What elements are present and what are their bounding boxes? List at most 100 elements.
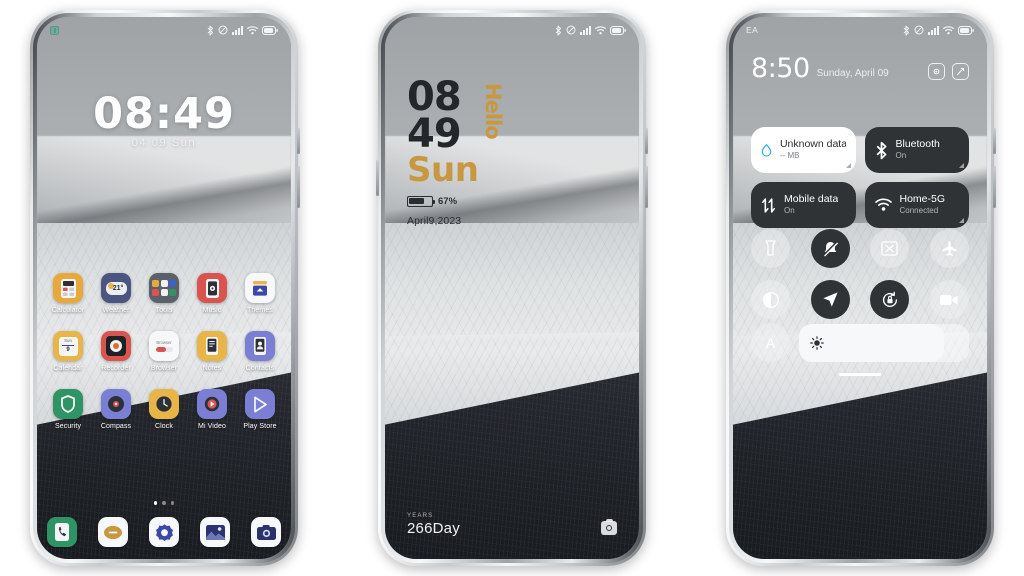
power-button[interactable] — [993, 166, 996, 208]
expand-corner-icon[interactable] — [845, 163, 851, 168]
app-label: Play Store — [243, 423, 277, 430]
rotation-lock-icon — [882, 291, 897, 307]
app-music[interactable]: Music — [191, 273, 233, 314]
compass-icon — [101, 389, 131, 419]
volume-button[interactable] — [297, 128, 300, 154]
settings-icon[interactable] — [149, 517, 179, 547]
app-calculator[interactable]: Calculator — [47, 273, 89, 314]
app-tools[interactable]: Tools — [143, 273, 185, 314]
wifi-tile[interactable]: Home-5G Connected — [864, 182, 969, 228]
status-bar — [37, 17, 291, 43]
power-button[interactable] — [645, 166, 648, 208]
bluetooth-icon — [903, 25, 909, 35]
flashlight-icon — [765, 240, 776, 256]
weather-temp: 21° — [112, 284, 124, 292]
app-label: Music — [202, 307, 222, 314]
signal-icon — [232, 25, 243, 35]
messages-icon[interactable] — [98, 517, 128, 547]
battery-icon — [610, 25, 626, 35]
page-dot[interactable] — [153, 501, 158, 505]
themes-icon — [245, 273, 275, 303]
battery-icon — [958, 25, 974, 35]
page-dot[interactable] — [170, 501, 175, 505]
app-label: Weather — [102, 307, 130, 314]
app-security[interactable]: Security — [47, 389, 89, 430]
app-themes[interactable]: Themes — [239, 273, 281, 314]
wifi-icon — [874, 198, 892, 211]
settings-gear-icon[interactable] — [928, 63, 945, 80]
quick-toggles — [751, 229, 969, 319]
toggle-row — [751, 229, 969, 268]
lockscreen-date: 04 09 Sun — [131, 137, 197, 149]
volume-button[interactable] — [645, 128, 648, 154]
expand-corner-icon[interactable] — [959, 163, 964, 168]
wifi-icon — [247, 25, 258, 34]
mute-icon — [914, 25, 924, 35]
dark-mode-toggle[interactable] — [751, 280, 790, 319]
header-date: Sunday, April 09 — [816, 68, 889, 79]
wifi-icon — [943, 25, 954, 34]
camera-icon[interactable] — [251, 517, 281, 547]
volume-button[interactable] — [993, 128, 996, 154]
gallery-icon[interactable] — [200, 517, 230, 547]
screen-record-toggle[interactable] — [929, 280, 969, 319]
silent-mode-icon — [822, 241, 838, 257]
toggle-row — [751, 280, 969, 319]
page-indicator — [37, 501, 291, 505]
cast-toggle[interactable] — [870, 229, 910, 268]
phones-showcase: 08:49 04 09 Sun Calculator 21° Weather T… — [0, 0, 1024, 576]
location-toggle[interactable] — [810, 280, 850, 319]
app-compass[interactable]: Compass — [95, 389, 137, 430]
app-calendar[interactable]: Sun 9 Calendar — [47, 331, 89, 372]
brightness-slider[interactable] — [799, 323, 969, 362]
phone1-screen: 08:49 04 09 Sun Calculator 21° Weather T… — [37, 17, 291, 559]
app-label: Compass — [100, 423, 132, 430]
auto-brightness-button[interactable]: A — [751, 323, 790, 362]
app-weather[interactable]: 21° Weather — [95, 273, 137, 314]
app-mi-video[interactable]: Mi Video — [191, 389, 233, 430]
signal-icon — [928, 25, 939, 35]
dark-mode-icon — [762, 291, 779, 308]
app-label: Security — [54, 423, 82, 430]
app-play-store[interactable]: Play Store — [239, 389, 281, 430]
control-center-header: 8:50 Sunday, April 09 — [751, 53, 969, 84]
app-label: Calculator — [51, 307, 85, 314]
app-recorder[interactable]: Recorder — [95, 331, 137, 372]
expand-corner-icon[interactable] — [959, 218, 964, 223]
home-indicator[interactable] — [839, 373, 881, 377]
app-browser[interactable]: Browser Browser — [143, 331, 185, 372]
status-bar — [385, 17, 639, 43]
rotation-lock-toggle[interactable] — [870, 280, 910, 319]
data-drop-icon — [761, 143, 772, 157]
edit-pencil-icon[interactable] — [952, 63, 969, 80]
app-clock[interactable]: Clock — [143, 389, 185, 430]
mi-video-icon — [197, 389, 227, 419]
app-notes[interactable]: Notes — [191, 331, 233, 372]
mute-icon — [218, 25, 228, 35]
app-contacts[interactable]: Contacts — [239, 331, 281, 372]
tile-title: Mobile data — [784, 194, 839, 206]
tile-subtitle: On — [784, 205, 795, 215]
bluetooth-tile[interactable]: Bluetooth On — [864, 127, 969, 173]
silent-mode-toggle[interactable] — [810, 229, 850, 268]
phone-icon[interactable] — [47, 517, 77, 547]
page-dot[interactable] — [162, 501, 166, 505]
signal-icon — [580, 25, 591, 35]
mobile-data-tile[interactable]: Mobile data On — [751, 182, 856, 228]
bluetooth-icon — [207, 25, 213, 35]
airplane-mode-toggle[interactable] — [929, 229, 969, 268]
cast-icon — [881, 241, 898, 256]
data-plan-tile[interactable]: Unknown data plan -- MB — [751, 127, 856, 173]
bluetooth-icon — [555, 25, 561, 35]
app-row: Calculator 21° Weather Tools Music Theme… — [47, 273, 281, 314]
camera-icon[interactable] — [601, 518, 617, 535]
weekday-text: Sun — [407, 149, 479, 190]
flashlight-toggle[interactable] — [751, 229, 790, 268]
phone2-screen: Hello 08 49 Sun 67% April9,2023 YEARS 26… — [385, 17, 639, 559]
tile-row: Mobile data On Home-5G Connected — [751, 182, 969, 228]
power-button[interactable] — [297, 166, 300, 208]
clock-icon — [149, 389, 179, 419]
airplane-icon — [942, 241, 957, 256]
app-label: Themes — [247, 307, 273, 314]
notes-icon — [197, 331, 227, 361]
